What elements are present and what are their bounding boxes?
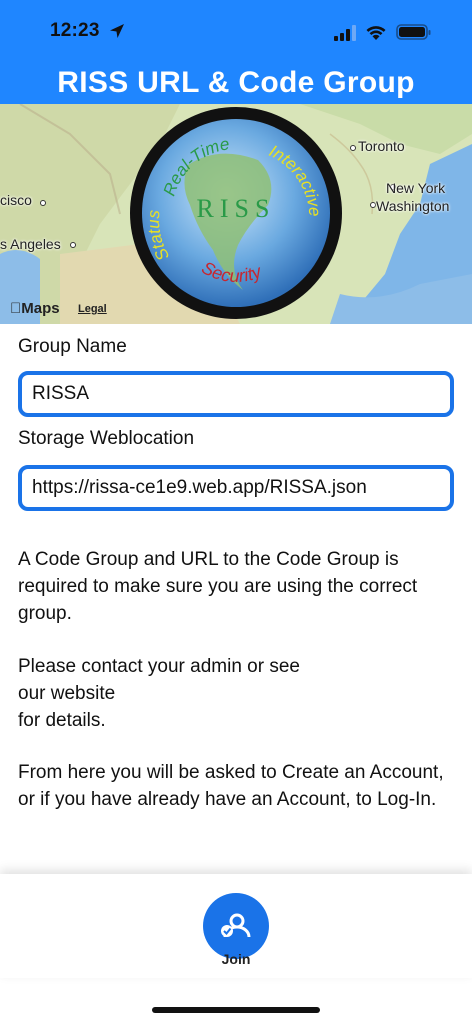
contact-line: for details.	[18, 710, 106, 731]
map-label-san-francisco: cisco	[0, 192, 32, 208]
contact-line: Please contact your admin or see	[18, 656, 300, 677]
storage-weblocation-label: Storage Weblocation	[18, 428, 195, 449]
wifi-icon	[366, 26, 386, 40]
group-name-label: Group Name	[18, 336, 127, 357]
join-button-label: Join	[221, 951, 251, 967]
group-name-value: RISSA	[32, 383, 90, 404]
location-arrow-icon	[110, 24, 124, 38]
maps-brand-text: Maps	[10, 300, 59, 317]
status-bar: 12:23	[0, 0, 472, 60]
map-label-new-york: New York	[386, 180, 446, 196]
join-button[interactable]	[203, 893, 269, 959]
description-paragraph: A Code Group and URL to the Code Group i…	[18, 549, 418, 624]
contact-paragraph: Please contact your admin or see our web…	[18, 653, 458, 734]
map-label-toronto: Toronto	[358, 138, 405, 154]
logo-center-text: RISS	[197, 194, 276, 223]
group-name-input[interactable]: RISSA	[18, 371, 454, 417]
website-link[interactable]: our website	[18, 680, 458, 707]
join-user-icon	[221, 913, 251, 938]
map-label-los-angeles: s Angeles	[0, 236, 61, 252]
storage-weblocation-input[interactable]: https://rissa-ce1e9.web.app/RISSA.json	[18, 465, 454, 511]
page-title: RISS URL & Code Group	[57, 66, 415, 99]
map-pin	[70, 242, 76, 248]
map-pin	[40, 200, 46, 206]
legal-link[interactable]: Legal	[78, 303, 107, 315]
status-time: 12:23	[50, 20, 100, 41]
riss-logo-graphic: Real-Time Interactive Status Security RI…	[130, 107, 342, 319]
cellular-signal-icon	[334, 25, 356, 41]
map-pin	[350, 145, 356, 151]
top-header: 12:23 RISS URL & Code Group	[0, 0, 472, 104]
storage-weblocation-value: https://rissa-ce1e9.web.app/RISSA.json	[32, 477, 367, 498]
riss-logo: Real-Time Interactive Status Security RI…	[128, 105, 344, 321]
map-label-washington: Washington	[376, 198, 450, 214]
account-paragraph: From here you will be asked to Create an…	[18, 762, 444, 810]
apple-maps-logo: Maps	[10, 300, 60, 317]
battery-icon	[396, 24, 431, 40]
home-indicator[interactable]	[152, 1007, 320, 1013]
